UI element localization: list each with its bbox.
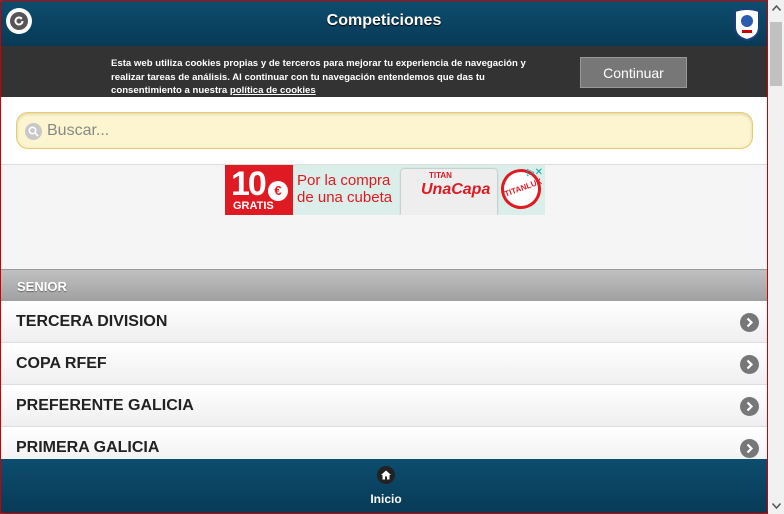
- scrollbar[interactable]: [768, 0, 784, 514]
- search-input[interactable]: [47, 113, 737, 148]
- ad-promo-line: Por la compra: [297, 172, 391, 189]
- app-frame: Competiciones Esta web utiliza cookies p…: [0, 0, 768, 514]
- home-button[interactable]: Inicio: [356, 463, 416, 511]
- list-item[interactable]: TERCERA DIVISION: [1, 301, 767, 343]
- chevron-right-icon: [740, 355, 759, 374]
- list-item-label: PREFERENTE GALICIA: [16, 397, 194, 414]
- cookie-text-line: realizar tareas de análisis. Al continua…: [111, 71, 485, 83]
- scroll-up-icon[interactable]: [768, 0, 784, 16]
- chevron-right-icon: [740, 439, 759, 458]
- cookie-banner: Esta web utiliza cookies propias y de te…: [1, 46, 767, 97]
- scroll-thumb[interactable]: [770, 22, 782, 86]
- rfef-crest-icon: [733, 7, 761, 42]
- cookie-text: Esta web utiliza cookies propias y de te…: [111, 57, 561, 98]
- cookie-text-line: Esta web utiliza cookies propias y de te…: [111, 58, 526, 69]
- search-icon: [25, 123, 42, 140]
- list-item[interactable]: PREFERENTE GALICIA: [1, 385, 767, 427]
- list-item-label: COPA RFEF: [16, 355, 107, 372]
- header-bar: Competiciones: [1, 1, 767, 46]
- continue-button[interactable]: Continuar: [580, 57, 687, 88]
- chevron-right-icon: [740, 313, 759, 332]
- cookie-text-prefix: consentimiento a nuestra: [111, 85, 230, 96]
- list-group-header: SENIOR: [1, 269, 767, 301]
- list-item[interactable]: COPA RFEF: [1, 343, 767, 385]
- list-item-label: PRIMERA GALICIA: [16, 439, 160, 456]
- search-area: [1, 97, 767, 165]
- home-icon: [377, 466, 395, 484]
- cookie-policy-link[interactable]: política de cookies: [230, 85, 316, 96]
- ad-gratis: GRATIS: [233, 200, 274, 212]
- ad-promo-line: de una cubeta: [297, 189, 393, 206]
- ad-promo-text: Por la compra de una cubeta: [297, 172, 392, 206]
- ad-product-image: TITAN UnaCapa: [401, 169, 497, 215]
- ad-product-brand: TITAN: [429, 171, 452, 180]
- adchoices-icon[interactable]: ▷✕: [527, 167, 543, 178]
- ad-offer-badge: 10 € GRATIS: [225, 165, 293, 215]
- home-label: Inicio: [370, 492, 402, 506]
- chevron-right-icon: [740, 397, 759, 416]
- list-item-label: TERCERA DIVISION: [16, 313, 168, 330]
- cookie-text-line: consentimiento a nuestra política de coo…: [111, 84, 561, 98]
- footer-nav: Inicio: [1, 459, 767, 513]
- search-box[interactable]: [16, 112, 753, 149]
- page-title: Competiciones: [326, 12, 442, 29]
- ad-banner[interactable]: 10 € GRATIS Por la compra de una cubeta …: [225, 165, 545, 215]
- ad-amount: 10: [231, 165, 267, 203]
- ad-product-name: UnaCapa: [421, 181, 491, 198]
- ad-currency: €: [268, 181, 288, 201]
- competition-list: TERCERA DIVISION COPA RFEF PREFERENTE GA…: [1, 301, 767, 469]
- scroll-down-icon[interactable]: [768, 498, 784, 514]
- group-label: SENIOR: [17, 279, 67, 294]
